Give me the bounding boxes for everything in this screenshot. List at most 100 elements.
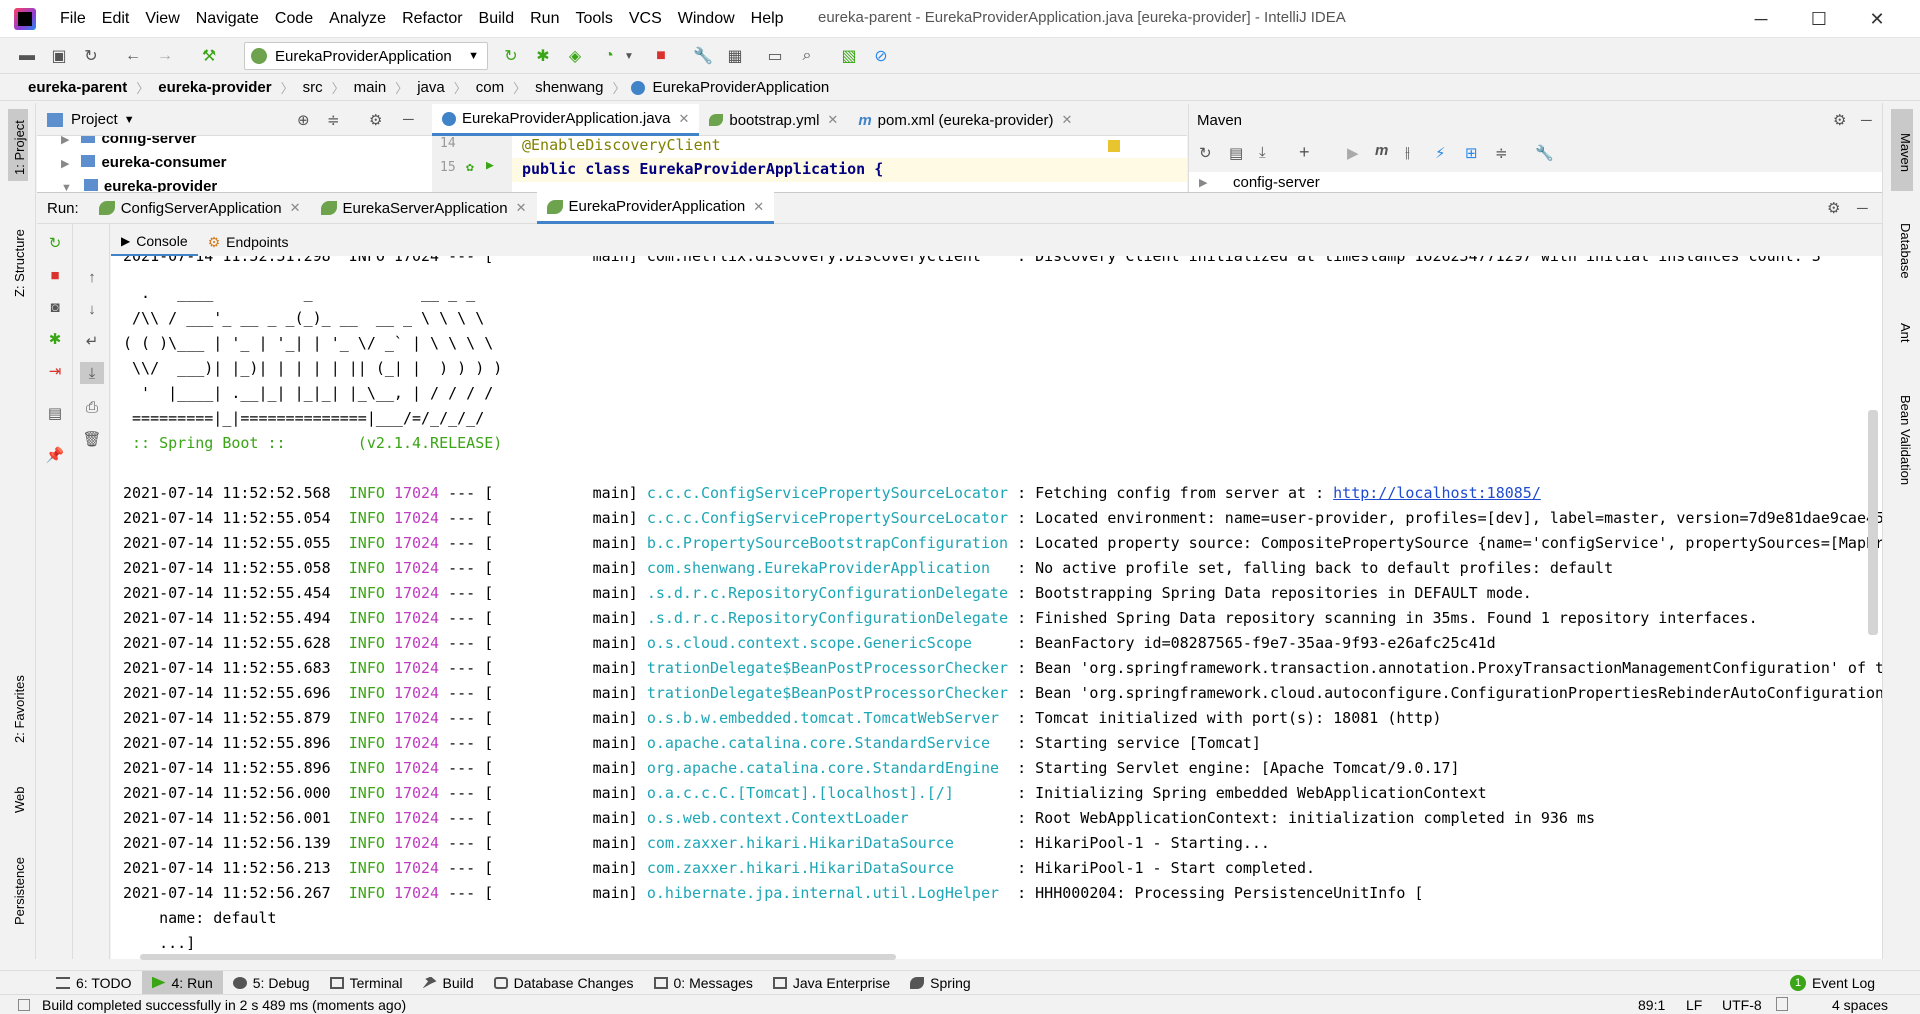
status-toggle-icon[interactable] xyxy=(18,999,30,1011)
sync-icon[interactable]: ↻ xyxy=(80,45,102,67)
breadcrumb-item[interactable]: java xyxy=(413,79,449,96)
close-icon[interactable]: ✕ xyxy=(827,112,838,128)
warning-marker-icon[interactable] xyxy=(1108,140,1120,152)
pin-icon[interactable]: 📌 xyxy=(45,446,65,464)
tool-window-database[interactable]: Database xyxy=(1898,223,1913,279)
code-editor[interactable]: 14 15 ✿ ▶ @EnableDiscoveryClient public … xyxy=(432,136,1187,192)
menu-vcs[interactable]: VCS xyxy=(621,10,670,28)
settings-wrench-icon[interactable]: 🔧 xyxy=(1535,144,1554,162)
tool-database-changes[interactable]: Database Changes xyxy=(484,971,644,995)
gear-icon[interactable]: ⚙ xyxy=(369,111,382,129)
close-icon[interactable]: ✕ xyxy=(753,199,764,215)
profile-dropdown-icon[interactable]: ▼ xyxy=(618,45,640,67)
collapse-icon[interactable]: ≑ xyxy=(1495,144,1508,162)
rerun-icon[interactable]: ↻ xyxy=(500,45,522,67)
close-icon[interactable]: ✕ xyxy=(516,200,527,216)
tool-window-ant[interactable]: Ant xyxy=(1898,323,1913,343)
tool-messages[interactable]: 0: Messages xyxy=(644,971,763,995)
tree-item-config-server[interactable]: ▶ config-server xyxy=(61,136,197,147)
tab-eureka-provider-application[interactable]: EurekaProviderApplication.java ✕ xyxy=(432,104,700,136)
toggle-offline-icon[interactable]: ⫲ xyxy=(1405,144,1410,161)
tool-window-maven[interactable]: Maven xyxy=(1898,133,1913,172)
menu-tools[interactable]: Tools xyxy=(567,10,620,28)
tree-item-eureka-consumer[interactable]: ▶ eureka-consumer xyxy=(61,154,227,171)
gear-icon[interactable]: ⚙ xyxy=(1827,199,1840,217)
menu-analyze[interactable]: Analyze xyxy=(321,10,394,28)
build-hammer-icon[interactable]: ⚒ xyxy=(198,45,220,67)
trash-icon[interactable]: 🗑 xyxy=(82,430,102,448)
subtab-console[interactable]: ▶ Console xyxy=(111,228,198,256)
maven-tree-item[interactable]: config-server xyxy=(1233,174,1320,191)
debug-icon[interactable]: ✱ xyxy=(532,45,554,67)
close-icon[interactable]: ✕ xyxy=(1062,112,1073,128)
run-gutter-icon[interactable]: ▶ xyxy=(486,158,494,173)
coverage-icon[interactable]: ◈ xyxy=(564,45,586,67)
file-encoding[interactable]: UTF-8 xyxy=(1722,997,1762,1013)
run-tab-eureka-server[interactable]: EurekaServerApplication ✕ xyxy=(311,192,537,224)
tool-window-favorites[interactable]: 2: Favorites xyxy=(12,675,27,743)
tool-window-project[interactable]: 1: Project xyxy=(12,120,27,175)
profile-icon[interactable]: ◔ xyxy=(598,45,620,67)
close-window-button[interactable]: ✕ xyxy=(1848,0,1906,38)
log-link[interactable]: http://localhost:18085/ xyxy=(1333,484,1541,502)
terminal-icon[interactable]: ▭ xyxy=(764,45,786,67)
run-icon[interactable]: ▶ xyxy=(1347,144,1359,162)
minimize-button[interactable]: ─ xyxy=(1732,0,1790,38)
breadcrumb-item[interactable]: src xyxy=(299,79,327,96)
arrow-down-icon[interactable]: ↓ xyxy=(82,300,102,318)
tool-spring[interactable]: Spring xyxy=(900,971,980,995)
skip-tests-icon[interactable]: ⚡ xyxy=(1435,144,1446,162)
locate-icon[interactable]: ⊕ xyxy=(297,111,310,129)
exit-icon[interactable]: ⇥ xyxy=(45,362,65,380)
breadcrumb-item[interactable]: eureka-provider xyxy=(154,79,275,96)
menu-run[interactable]: Run xyxy=(522,10,567,28)
soft-wrap-icon[interactable]: ↵ xyxy=(82,332,102,350)
maven-goal-icon[interactable]: m xyxy=(1375,142,1388,159)
rerun-icon[interactable]: ↻ xyxy=(45,234,65,252)
tool-window-bean-validation[interactable]: Bean Validation xyxy=(1898,395,1913,485)
tab-bootstrap-yml[interactable]: bootstrap.yml ✕ xyxy=(699,104,848,136)
print-icon[interactable]: ⎙ xyxy=(82,398,102,416)
stop-icon[interactable]: ■ xyxy=(650,45,672,67)
breadcrumb-item[interactable]: eureka-parent xyxy=(24,79,131,96)
tool-terminal[interactable]: Terminal xyxy=(320,971,413,995)
tool-window-structure[interactable]: Z: Structure xyxy=(12,229,27,297)
collapse-all-icon[interactable]: ≑ xyxy=(327,111,340,129)
add-icon[interactable]: + xyxy=(1299,142,1310,163)
power-save-icon[interactable]: ⊘ xyxy=(870,45,892,67)
menu-file[interactable]: File xyxy=(52,10,94,28)
generate-sources-icon[interactable]: ▤ xyxy=(1229,144,1243,162)
show-dependencies-icon[interactable]: ⊞ xyxy=(1465,144,1478,162)
reload-icon[interactable]: ↻ xyxy=(1199,144,1212,162)
menu-help[interactable]: Help xyxy=(743,10,792,28)
tool-java-enterprise[interactable]: Java Enterprise xyxy=(763,971,900,995)
layout-icon[interactable]: ▤ xyxy=(45,404,65,422)
menu-code[interactable]: Code xyxy=(267,10,321,28)
tab-pom-xml[interactable]: m pom.xml (eureka-provider) ✕ xyxy=(848,104,1082,136)
tool-window-web[interactable]: Web xyxy=(12,787,27,814)
project-panel-title[interactable]: Project xyxy=(71,111,118,128)
debug-bug-icon[interactable]: ✱ xyxy=(45,330,65,348)
tool-window-persistence[interactable]: Persistence xyxy=(12,857,27,925)
menu-build[interactable]: Build xyxy=(471,10,523,28)
menu-edit[interactable]: Edit xyxy=(94,10,138,28)
console-vertical-scrollbar[interactable] xyxy=(1868,410,1878,635)
close-icon[interactable]: ✕ xyxy=(678,111,689,127)
hide-icon[interactable]: ─ xyxy=(403,111,414,128)
expand-icon[interactable]: ▶ xyxy=(1199,176,1207,189)
arrow-up-icon[interactable]: ↑ xyxy=(82,268,102,286)
spring-bean-gutter-icon[interactable]: ✿ xyxy=(466,160,474,175)
tool-todo[interactable]: 6: TODO xyxy=(46,971,142,995)
run-tab-eureka-provider[interactable]: EurekaProviderApplication ✕ xyxy=(536,192,775,224)
menu-navigate[interactable]: Navigate xyxy=(188,10,267,28)
breadcrumb-item[interactable]: EurekaProviderApplication xyxy=(649,79,834,96)
subtab-endpoints[interactable]: ⚙ Endpoints xyxy=(198,228,299,256)
run-configuration-select[interactable]: EurekaProviderApplication ▼ xyxy=(244,42,488,70)
breadcrumb-item[interactable]: shenwang xyxy=(531,79,607,96)
vcs-icon[interactable]: ▧ xyxy=(838,45,860,67)
tool-event-log[interactable]: 1 Event Log xyxy=(1780,971,1885,995)
breadcrumb-item[interactable]: main xyxy=(350,79,391,96)
chevron-down-icon[interactable]: ▼ xyxy=(124,114,135,126)
back-icon[interactable]: ← xyxy=(122,45,144,67)
search-icon[interactable]: ⌕ xyxy=(796,45,818,67)
